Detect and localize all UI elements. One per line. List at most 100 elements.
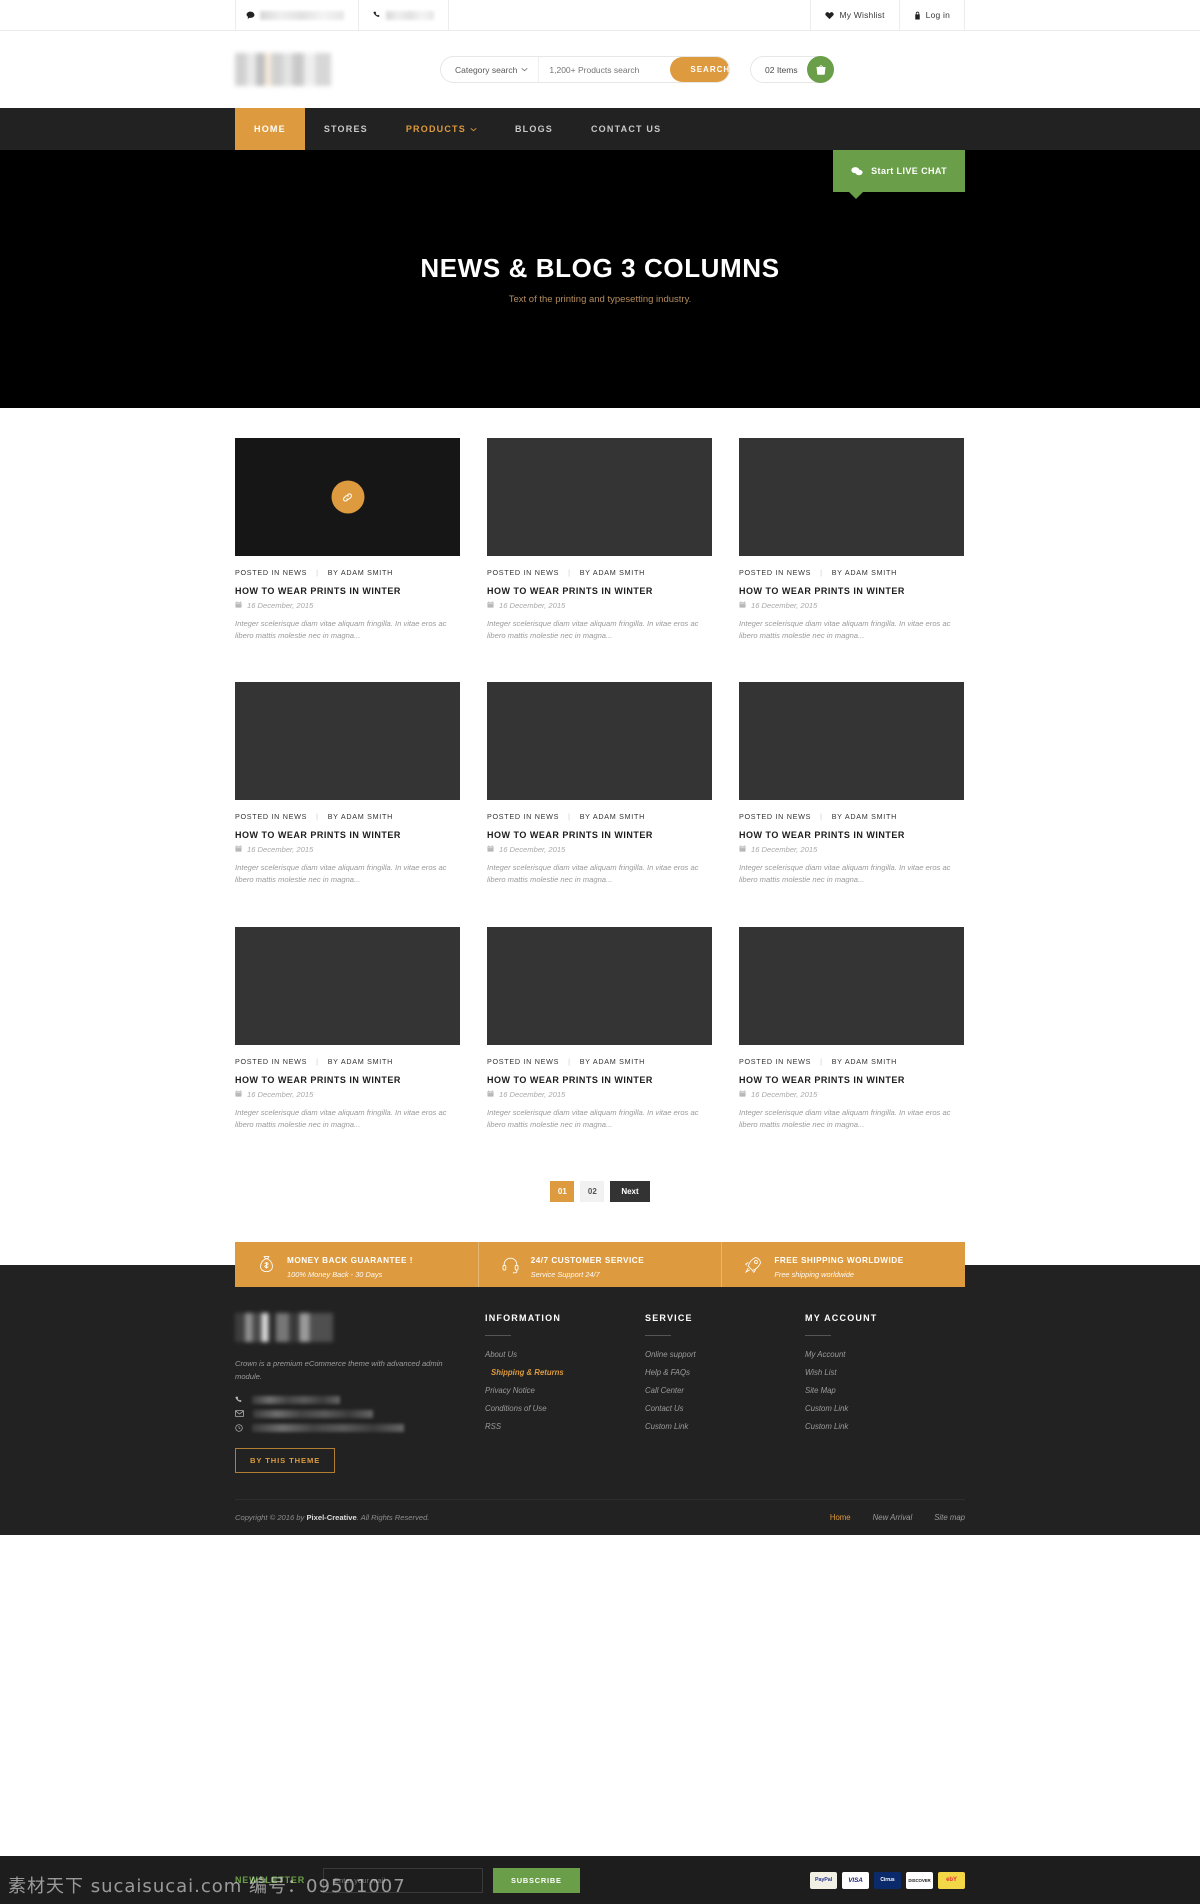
- site-logo[interactable]: [235, 53, 331, 86]
- link-icon[interactable]: [331, 480, 364, 514]
- blog-category[interactable]: POSTED IN NEWS: [739, 568, 811, 577]
- blog-thumbnail[interactable]: [739, 682, 964, 801]
- blog-title[interactable]: HOW TO WEAR PRINTS IN WINTER: [739, 830, 964, 840]
- nav-item-stores[interactable]: STORES: [305, 108, 387, 150]
- pagination-01[interactable]: 01: [550, 1180, 575, 1202]
- blog-thumbnail[interactable]: [235, 926, 460, 1045]
- blog-title[interactable]: HOW TO WEAR PRINTS IN WINTER: [235, 586, 460, 596]
- footer-link[interactable]: Custom Link: [805, 1404, 965, 1413]
- blog-thumbnail[interactable]: [235, 438, 460, 556]
- blog-date-text: 16 December, 2015: [247, 601, 314, 610]
- blog-card[interactable]: POSTED IN NEWS | BY ADAM SMITH HOW TO WEAR …: [487, 682, 712, 886]
- blog-thumbnail[interactable]: [487, 926, 712, 1045]
- blog-thumbnail[interactable]: [739, 438, 964, 556]
- blog-title[interactable]: HOW TO WEAR PRINTS IN WINTER: [739, 586, 964, 596]
- pagination-02[interactable]: 02: [580, 1180, 605, 1202]
- blog-title[interactable]: HOW TO WEAR PRINTS IN WINTER: [235, 830, 460, 840]
- blog-author[interactable]: BY ADAM SMITH: [832, 568, 897, 577]
- payment-icon-eby: ebY: [938, 1871, 965, 1889]
- blog-category[interactable]: POSTED IN NEWS: [487, 812, 559, 821]
- blog-author[interactable]: BY ADAM SMITH: [832, 1057, 897, 1066]
- footer-link[interactable]: RSS: [485, 1422, 645, 1431]
- footer-link[interactable]: Call Center: [645, 1386, 805, 1395]
- shopping-basket-icon[interactable]: [807, 56, 834, 83]
- blog-card[interactable]: POSTED IN NEWS | BY ADAM SMITH HOW TO WEAR …: [235, 926, 460, 1131]
- footer-link[interactable]: Help & FAQs: [645, 1368, 805, 1377]
- nav-item-contact-us[interactable]: CONTACT US: [572, 108, 680, 150]
- blog-thumbnail[interactable]: [235, 682, 460, 801]
- footer-link[interactable]: Conditions of Use: [485, 1404, 645, 1413]
- blog-author[interactable]: BY ADAM SMITH: [580, 1057, 645, 1066]
- footer-logo[interactable]: [235, 1312, 333, 1342]
- blog-category[interactable]: POSTED IN NEWS: [739, 812, 811, 821]
- blog-title[interactable]: HOW TO WEAR PRINTS IN WINTER: [487, 830, 712, 840]
- payment-icon-cirrus: Cirrus: [874, 1871, 901, 1889]
- blog-category[interactable]: POSTED IN NEWS: [739, 1057, 811, 1066]
- subscribe-button[interactable]: SUBSCRIBE: [493, 1867, 580, 1893]
- newsletter-input[interactable]: [323, 1867, 483, 1893]
- blog-thumbnail[interactable]: [739, 926, 964, 1045]
- blog-title[interactable]: HOW TO WEAR PRINTS IN WINTER: [487, 1075, 712, 1085]
- search-box[interactable]: Category search SEARCH: [440, 56, 730, 83]
- blog-card[interactable]: POSTED IN NEWS | BY ADAM SMITH HOW TO WEAR …: [235, 682, 460, 886]
- blog-card[interactable]: POSTED IN NEWS | BY ADAM SMITH HOW TO WEAR …: [739, 682, 964, 886]
- footer-link[interactable]: My Account: [805, 1350, 965, 1359]
- money-bag-icon: [257, 1255, 276, 1274]
- footer-nav-link[interactable]: Site map: [934, 1513, 965, 1522]
- blog-category[interactable]: POSTED IN NEWS: [235, 568, 307, 577]
- topbar-chat-text: [260, 10, 344, 20]
- search-button[interactable]: SEARCH: [670, 57, 729, 82]
- blog-author[interactable]: BY ADAM SMITH: [328, 1057, 393, 1066]
- blog-card[interactable]: POSTED IN NEWS | BY ADAM SMITH HOW TO WEAR …: [235, 438, 460, 642]
- footer-mail-text: [253, 1409, 373, 1418]
- blog-category[interactable]: POSTED IN NEWS: [235, 812, 307, 821]
- blog-card[interactable]: POSTED IN NEWS | BY ADAM SMITH HOW TO WEAR …: [739, 926, 964, 1131]
- footer-link[interactable]: Contact Us: [645, 1404, 805, 1413]
- blog-title[interactable]: HOW TO WEAR PRINTS IN WINTER: [487, 586, 712, 596]
- blog-card[interactable]: POSTED IN NEWS | BY ADAM SMITH HOW TO WEAR …: [487, 926, 712, 1131]
- buy-theme-button[interactable]: BY THIS THEME: [235, 1447, 336, 1473]
- blog-title[interactable]: HOW TO WEAR PRINTS IN WINTER: [739, 1075, 964, 1085]
- wishlist-link[interactable]: My Wishlist: [810, 0, 898, 31]
- footer-link[interactable]: Online support: [645, 1350, 805, 1359]
- topbar-phone-info[interactable]: [359, 0, 449, 31]
- footer-link[interactable]: About Us: [485, 1350, 645, 1359]
- footer-link[interactable]: Custom Link: [805, 1422, 965, 1431]
- blog-author[interactable]: BY ADAM SMITH: [832, 812, 897, 821]
- blog-category[interactable]: POSTED IN NEWS: [487, 568, 559, 577]
- blog-author[interactable]: BY ADAM SMITH: [580, 568, 645, 577]
- nav-item-blogs[interactable]: BLOGS: [496, 108, 572, 150]
- footer-link[interactable]: Wish List: [805, 1368, 965, 1377]
- blog-thumbnail[interactable]: [487, 682, 712, 801]
- search-input[interactable]: [539, 57, 671, 82]
- nav-item-products[interactable]: PRODUCTS: [387, 108, 496, 150]
- blog-author[interactable]: BY ADAM SMITH: [328, 568, 393, 577]
- footer-link[interactable]: Site Map: [805, 1386, 965, 1395]
- chat-bubbles-icon: [851, 166, 863, 177]
- live-chat-button[interactable]: Start LIVE CHAT: [833, 150, 965, 199]
- blog-author[interactable]: BY ADAM SMITH: [580, 812, 645, 821]
- footer-nav-link[interactable]: New Arrival: [873, 1513, 913, 1522]
- cart-widget[interactable]: 02 Items: [750, 56, 834, 83]
- topbar-chat-info[interactable]: [235, 0, 359, 31]
- login-link[interactable]: Log in: [898, 0, 965, 31]
- phone-icon: [373, 11, 381, 19]
- blog-category[interactable]: POSTED IN NEWS: [487, 1057, 559, 1066]
- logo-cell[interactable]: [235, 53, 440, 86]
- footer-link[interactable]: Shipping & Returns: [485, 1368, 645, 1377]
- footer-link[interactable]: Custom Link: [645, 1422, 805, 1431]
- nav-item-home[interactable]: HOME: [235, 108, 305, 150]
- footer-hours-row: [235, 1423, 455, 1432]
- pagination-next[interactable]: Next: [610, 1180, 650, 1202]
- footer-link[interactable]: Privacy Notice: [485, 1386, 645, 1395]
- footer-phone-row: [235, 1395, 455, 1404]
- blog-title[interactable]: HOW TO WEAR PRINTS IN WINTER: [235, 1075, 460, 1085]
- blog-card[interactable]: POSTED IN NEWS | BY ADAM SMITH HOW TO WEAR …: [487, 438, 712, 642]
- category-select[interactable]: Category search: [441, 57, 540, 82]
- footer-nav-link[interactable]: Home: [830, 1513, 851, 1522]
- blog-card[interactable]: POSTED IN NEWS | BY ADAM SMITH HOW TO WEAR …: [739, 438, 964, 642]
- blog-author[interactable]: BY ADAM SMITH: [328, 812, 393, 821]
- blog-category[interactable]: POSTED IN NEWS: [235, 1057, 307, 1066]
- blog-thumbnail[interactable]: [487, 438, 712, 556]
- login-label: Log in: [925, 10, 950, 20]
